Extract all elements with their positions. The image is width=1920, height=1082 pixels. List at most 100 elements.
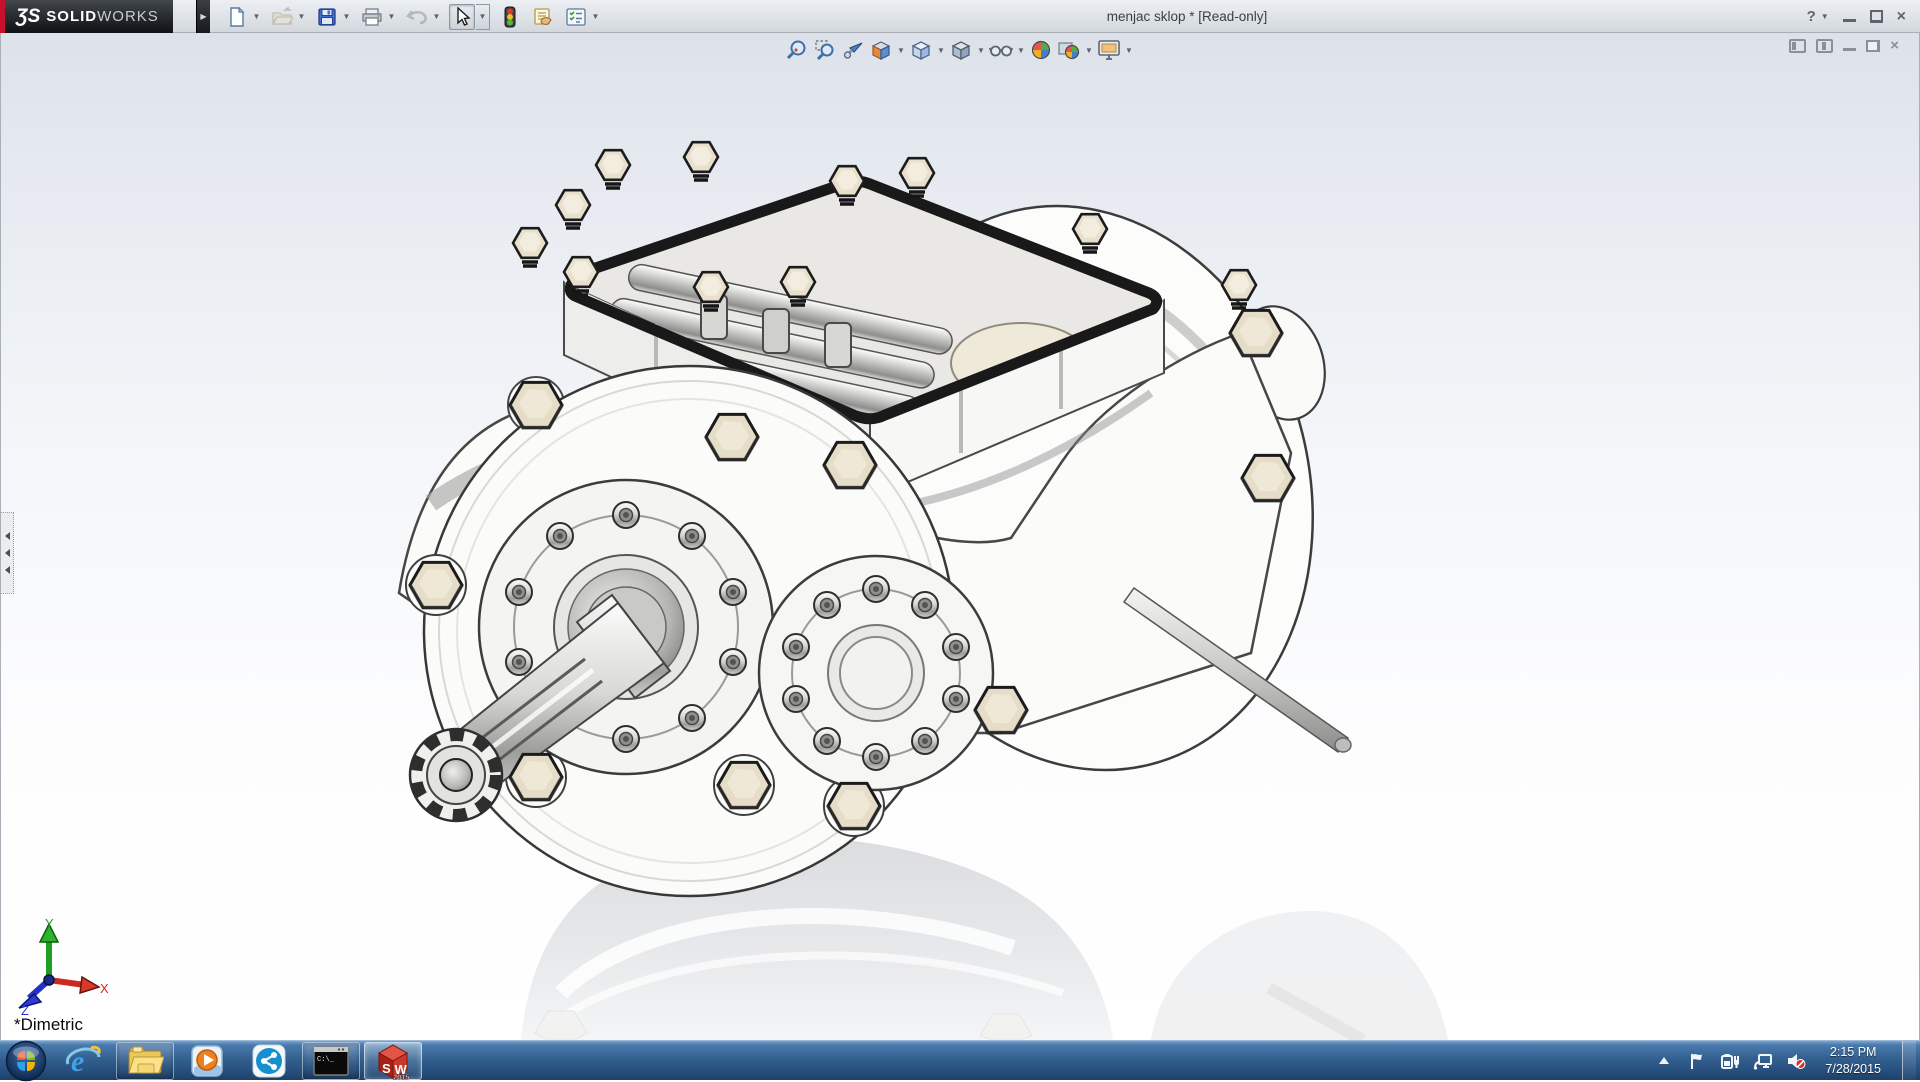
- close-button[interactable]: ×: [1897, 11, 1906, 22]
- solidworks-year-badge: 2015: [393, 1072, 410, 1080]
- hide-show-items-button[interactable]: [988, 38, 1014, 62]
- apply-scene-dropdown[interactable]: ▼: [1084, 46, 1094, 55]
- appearance-sphere-icon: [1030, 39, 1052, 61]
- section-view-icon: [870, 39, 892, 61]
- network-status-button[interactable]: [1753, 1051, 1773, 1071]
- quick-access-toolbar: ▼ ▼ ▼: [222, 0, 603, 33]
- graphics-viewport[interactable]: ▼ ▼ ▼ ▼: [0, 33, 1920, 1040]
- select-dropdown[interactable]: ▼: [476, 4, 490, 30]
- clock-time: 2:15 PM: [1825, 1044, 1881, 1060]
- document-minimize-button[interactable]: [1843, 41, 1856, 51]
- gearbox-3d-model[interactable]: [1, 33, 1920, 1040]
- apply-scene-button[interactable]: [1056, 38, 1082, 62]
- select-button[interactable]: [449, 4, 475, 30]
- brand-works: WORKS: [97, 8, 159, 25]
- apply-scene-icon: [1058, 39, 1080, 61]
- display-style-dropdown[interactable]: ▼: [976, 46, 986, 55]
- edit-appearance-button[interactable]: [1028, 38, 1054, 62]
- battery-plug-icon: [1720, 1052, 1740, 1070]
- taskbar: e: [0, 1040, 1920, 1080]
- new-document-button[interactable]: [224, 4, 250, 30]
- taskbar-media-player[interactable]: [178, 1042, 236, 1080]
- start-button[interactable]: [0, 1041, 52, 1081]
- help-dropdown[interactable]: ▼: [1821, 12, 1829, 21]
- save-button[interactable]: [314, 4, 340, 30]
- show-hidden-icons-button[interactable]: [1654, 1051, 1674, 1071]
- headsup-view-toolbar: ▼ ▼ ▼ ▼: [784, 38, 1134, 62]
- previous-view-icon: [842, 39, 864, 61]
- options-button[interactable]: [563, 4, 589, 30]
- pane-split-icon[interactable]: [1816, 39, 1833, 53]
- taskbar-solidworks[interactable]: S W 2015: [364, 1042, 422, 1080]
- print-button[interactable]: [359, 4, 385, 30]
- taskbar-windows-explorer[interactable]: [116, 1042, 174, 1080]
- action-center-button[interactable]: [1687, 1051, 1707, 1071]
- zoom-to-area-button[interactable]: [812, 38, 838, 62]
- collapse-arrow-icon: [5, 566, 10, 574]
- titlebar: ƷS SOLID WORKS ▶ ▼ ▼: [0, 0, 1920, 33]
- file-properties-button[interactable]: [530, 4, 556, 30]
- document-close-button[interactable]: ×: [1890, 40, 1899, 52]
- print-icon: [361, 7, 383, 27]
- view-settings-button[interactable]: [1096, 38, 1122, 62]
- help-button[interactable]: ?: [1807, 8, 1816, 25]
- zoom-to-fit-icon: [786, 39, 808, 61]
- triad-y-label: Y: [45, 916, 54, 931]
- save-dropdown[interactable]: ▼: [341, 4, 352, 30]
- open-icon: [271, 7, 293, 27]
- options-dropdown[interactable]: ▼: [590, 4, 601, 30]
- internet-explorer-icon: e: [65, 1044, 101, 1078]
- command-prompt-icon: C:\_: [312, 1045, 350, 1077]
- document-window-controls: ×: [1789, 39, 1899, 53]
- orientation-triad[interactable]: Y X Z: [9, 916, 109, 1016]
- restore-button[interactable]: [1870, 11, 1883, 22]
- taskbar-internet-explorer[interactable]: e: [54, 1042, 112, 1080]
- menu-expand-arrow[interactable]: ▶: [196, 0, 210, 33]
- window-controls: ? ▼ ×: [1807, 0, 1906, 33]
- document-restore-button[interactable]: [1866, 40, 1880, 52]
- open-dropdown[interactable]: ▼: [296, 4, 307, 30]
- options-checklist-icon: [565, 7, 587, 27]
- folder-icon: [126, 1045, 164, 1077]
- display-style-cube-icon: [950, 39, 972, 61]
- collapse-arrow-icon: [5, 549, 10, 557]
- media-player-icon: [190, 1044, 224, 1078]
- feature-manager-collapsed-tab[interactable]: [1, 512, 14, 594]
- command-prompt-text: C:\_: [317, 1056, 335, 1064]
- minimize-button[interactable]: [1843, 11, 1856, 22]
- open-button[interactable]: [269, 4, 295, 30]
- view-settings-monitor-icon: [1097, 39, 1121, 61]
- display-style-button[interactable]: [948, 38, 974, 62]
- new-dropdown[interactable]: ▼: [251, 4, 262, 30]
- undo-button[interactable]: [404, 4, 430, 30]
- rebuild-button[interactable]: [497, 4, 523, 30]
- view-orientation-button[interactable]: [908, 38, 934, 62]
- show-desktop-button[interactable]: [1902, 1041, 1916, 1081]
- view-settings-dropdown[interactable]: ▼: [1124, 46, 1134, 55]
- flag-icon: [1688, 1052, 1706, 1070]
- taskbar-share-app[interactable]: [240, 1042, 298, 1080]
- section-view-button[interactable]: [868, 38, 894, 62]
- volume-button[interactable]: [1786, 1051, 1806, 1071]
- taskbar-clock[interactable]: 2:15 PM 7/28/2015: [1819, 1044, 1887, 1077]
- view-orientation-dropdown[interactable]: ▼: [936, 46, 946, 55]
- brand-glyph: ƷS: [16, 6, 40, 28]
- power-battery-button[interactable]: [1720, 1051, 1740, 1071]
- zoom-to-area-icon: [814, 39, 836, 61]
- taskbar-command-prompt[interactable]: C:\_: [302, 1042, 360, 1080]
- previous-view-button[interactable]: [840, 38, 866, 62]
- clock-date: 7/28/2015: [1825, 1061, 1881, 1077]
- new-document-icon: [227, 7, 247, 27]
- speaker-muted-icon: [1786, 1052, 1806, 1070]
- share-app-icon: [252, 1044, 286, 1078]
- print-dropdown[interactable]: ▼: [386, 4, 397, 30]
- system-tray: 2:15 PM 7/28/2015: [1654, 1041, 1920, 1081]
- zoom-to-fit-button[interactable]: [784, 38, 810, 62]
- section-view-dropdown[interactable]: ▼: [896, 46, 906, 55]
- pane-left-icon[interactable]: [1789, 39, 1806, 53]
- save-icon: [317, 7, 337, 27]
- collapse-arrow-icon: [5, 532, 10, 540]
- view-orientation-label: *Dimetric: [14, 1015, 83, 1035]
- hide-show-items-dropdown[interactable]: ▼: [1016, 46, 1026, 55]
- undo-dropdown[interactable]: ▼: [431, 4, 442, 30]
